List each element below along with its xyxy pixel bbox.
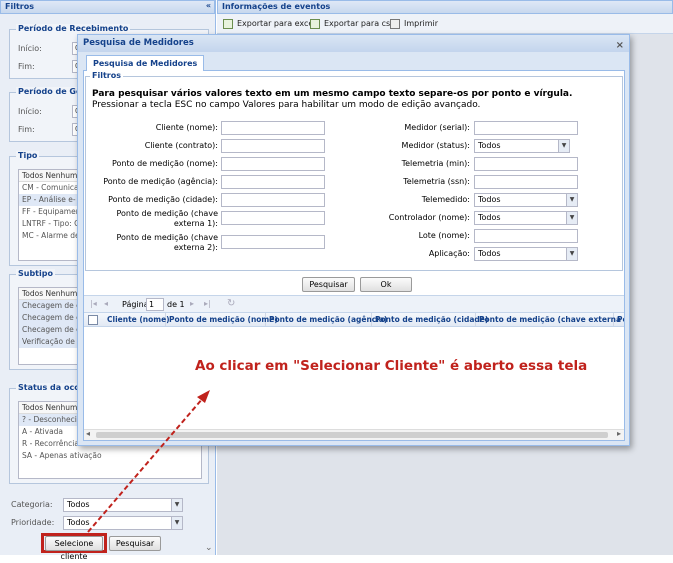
annotation-arrow xyxy=(87,390,210,533)
